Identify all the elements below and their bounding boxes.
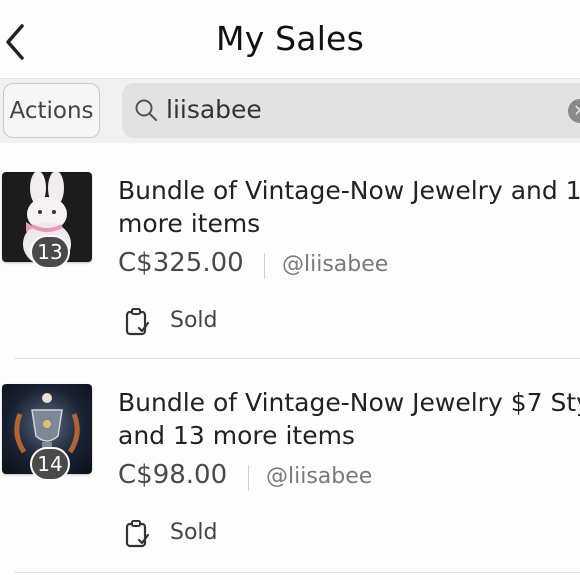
page-title: My Sales [216, 19, 364, 58]
clipboard-check-icon [125, 308, 150, 336]
separator [248, 465, 249, 491]
list-item[interactable]: 14 Bundle of Vintage-Now Jewelry $7 Sty … [0, 360, 580, 570]
actions-button[interactable]: Actions [3, 83, 100, 138]
item-price: C$325.00 [118, 248, 244, 278]
status-label: Sold [170, 520, 218, 545]
search-query[interactable]: liisabee [166, 95, 262, 124]
status-label: Sold [170, 308, 218, 333]
toolbar: Actions liisabee ✕ [0, 79, 580, 143]
item-price: C$98.00 [118, 460, 228, 490]
item-title-line1: Bundle of Vintage-Now Jewelry $7 Sty [118, 388, 580, 417]
item-count-badge: 13 [30, 235, 70, 269]
clipboard-check-icon [125, 520, 150, 548]
row-divider [14, 572, 580, 573]
row-divider [14, 358, 580, 359]
search-icon [134, 98, 158, 122]
list-item[interactable]: 13 Bundle of Vintage-Now Jewelry and 12 … [0, 148, 580, 358]
clear-search-icon[interactable]: ✕ [568, 99, 580, 123]
item-count-badge: 14 [30, 447, 70, 481]
item-title-line2: and 13 more items [118, 421, 355, 450]
seller-handle[interactable]: @liisabee [282, 252, 388, 277]
item-title-line2: more items [118, 209, 261, 238]
header-bar: My Sales [0, 0, 580, 79]
search-input[interactable]: liisabee ✕ [122, 83, 580, 138]
separator [264, 253, 265, 279]
seller-handle[interactable]: @liisabee [266, 464, 372, 489]
item-title-line1: Bundle of Vintage-Now Jewelry and 12 [118, 176, 580, 205]
